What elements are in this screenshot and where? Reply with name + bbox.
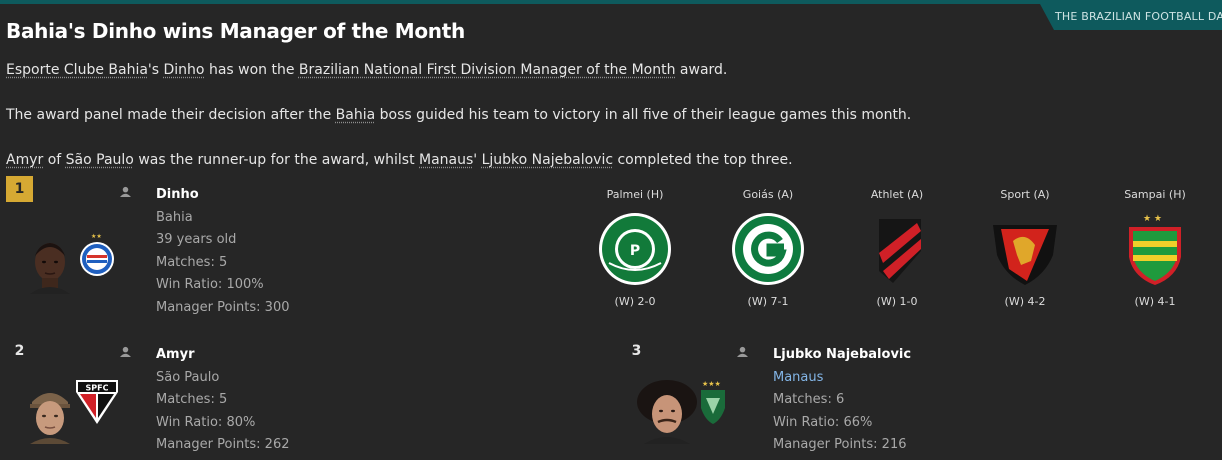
- winner-win-ratio: Win Ratio: 100%: [156, 277, 264, 292]
- fixture-opponent: Palmei (H): [606, 188, 664, 201]
- text: boss guided his team to victory in all f…: [375, 107, 912, 123]
- winner-age: 39 years old: [156, 232, 237, 247]
- manager-link-dinho[interactable]: Dinho: [164, 62, 205, 78]
- winner-club: Bahia: [156, 209, 193, 225]
- sampaio-crest-icon: ★ ★: [1129, 214, 1181, 285]
- paragraph-2: The award panel made their decision afte…: [6, 107, 911, 123]
- winner-2-info: Amyr São Paulo Matches: 5 Win Ratio: 80%…: [120, 344, 290, 457]
- rank-badge-1: 1: [6, 176, 33, 202]
- winner-points: Manager Points: 300: [156, 299, 290, 315]
- winner-matches: Matches: 6: [773, 392, 845, 407]
- winner-win-ratio: Win Ratio: 66%: [773, 414, 873, 430]
- fixture-result: (W) 4-1: [1134, 295, 1176, 308]
- manager-link-ljubko[interactable]: Ljubko Najebalovic: [482, 152, 613, 168]
- paragraph-1: Esporte Clube Bahia's Dinho has won the …: [6, 62, 727, 78]
- fixture-2[interactable]: Goiás (A) (W) 7-1: [718, 185, 818, 308]
- winner-points: Manager Points: 262: [156, 437, 290, 452]
- winner-3-info: Ljubko Najebalovic Manaus Matches: 6 Win…: [737, 344, 911, 457]
- paragraph-3: Amyr of São Paulo was the runner-up for …: [6, 152, 793, 168]
- winner-1-info: Dinho Bahia 39 years old Matches: 5 Win …: [120, 184, 290, 319]
- winner-club-link[interactable]: Manaus: [773, 367, 911, 390]
- person-icon: [120, 346, 131, 357]
- rank-badge-2: 2: [14, 343, 25, 359]
- sao-paulo-crest-icon[interactable]: SPFC: [74, 378, 120, 426]
- text: 's: [147, 62, 164, 78]
- fixture-opponent: Goiás (A): [742, 188, 794, 201]
- manaus-crest-icon[interactable]: ★★★: [698, 378, 728, 426]
- winner-club: São Paulo: [156, 369, 220, 385]
- club-link-bahia-2[interactable]: Bahia: [336, 107, 376, 123]
- club-link-bahia[interactable]: Esporte Clube Bahia: [6, 62, 148, 78]
- manager-portrait-dinho[interactable]: [28, 236, 72, 294]
- winner-name-text: Ljubko Najebalovic: [773, 347, 912, 362]
- manager-portrait-ljubko[interactable]: [636, 378, 698, 444]
- fixture-result: (W) 7-1: [747, 295, 789, 308]
- club-link-sao-paulo[interactable]: São Paulo: [66, 152, 134, 168]
- top-accent-bar: [0, 0, 1222, 4]
- fixture-result: (W) 1-0: [876, 295, 918, 308]
- winner-matches: Matches: 5: [156, 254, 228, 270]
- rank-badge-3: 3: [631, 343, 642, 359]
- svg-text:SPFC: SPFC: [86, 384, 109, 393]
- text: The award panel made their decision afte…: [6, 107, 336, 123]
- fixture-opponent: Sport (A): [1000, 188, 1050, 201]
- headline: Bahia's Dinho wins Manager of the Month: [6, 19, 465, 43]
- bahia-crest-icon[interactable]: ★★: [78, 232, 116, 278]
- manager-link-amyr[interactable]: Amyr: [6, 152, 43, 168]
- text: ': [473, 152, 482, 168]
- winner-points: Manager Points: 216: [773, 437, 907, 452]
- svg-text:★★: ★★: [91, 233, 102, 240]
- person-icon: [737, 346, 748, 357]
- text: has won the: [204, 62, 299, 78]
- winner-name[interactable]: Ljubko Najebalovic: [737, 344, 911, 367]
- club-link-manaus[interactable]: Manaus: [419, 152, 473, 168]
- svg-text:P: P: [630, 243, 640, 259]
- fixture-1[interactable]: Palmei (H) P (W) 2-0: [585, 185, 685, 308]
- palmeiras-crest-icon: P: [599, 213, 671, 285]
- sport-crest-icon: [993, 225, 1057, 285]
- text: completed the top three.: [613, 152, 793, 168]
- fixture-opponent: Athlet (A): [870, 188, 924, 201]
- winner-matches: Matches: 5: [156, 392, 228, 407]
- fixture-3[interactable]: Athlet (A) (W) 1-0: [847, 185, 947, 308]
- text: of: [43, 152, 66, 168]
- text: award.: [675, 62, 728, 78]
- winner-name-text: Amyr: [156, 347, 195, 362]
- goias-crest-icon: [732, 213, 804, 285]
- winner-name[interactable]: Amyr: [120, 344, 290, 367]
- text: was the runner-up for the award, whilst: [133, 152, 420, 168]
- source-tab-label: THE BRAZILIAN FOOTBALL DAIL: [1055, 10, 1222, 23]
- winner-win-ratio: Win Ratio: 80%: [156, 414, 256, 430]
- svg-text:★ ★: ★ ★: [1143, 214, 1162, 224]
- winner-name-text: Dinho: [156, 187, 199, 202]
- fixture-4[interactable]: Sport (A) (W) 4-2: [975, 185, 1075, 308]
- athletico-crest-icon: [879, 219, 921, 283]
- svg-text:★★★: ★★★: [702, 380, 721, 388]
- fixture-result: (W) 4-2: [1004, 295, 1046, 308]
- fixture-5[interactable]: Sampai (H) ★ ★ (W) 4-1: [1105, 185, 1205, 308]
- winner-name[interactable]: Dinho: [120, 184, 290, 207]
- manager-portrait-amyr[interactable]: [28, 384, 72, 444]
- fixture-result: (W) 2-0: [614, 295, 656, 308]
- person-icon: [120, 186, 131, 197]
- source-tab[interactable]: THE BRAZILIAN FOOTBALL DAIL: [1040, 4, 1222, 30]
- competition-link[interactable]: Brazilian National First Division Manage…: [299, 62, 676, 78]
- fixture-opponent: Sampai (H): [1124, 188, 1186, 201]
